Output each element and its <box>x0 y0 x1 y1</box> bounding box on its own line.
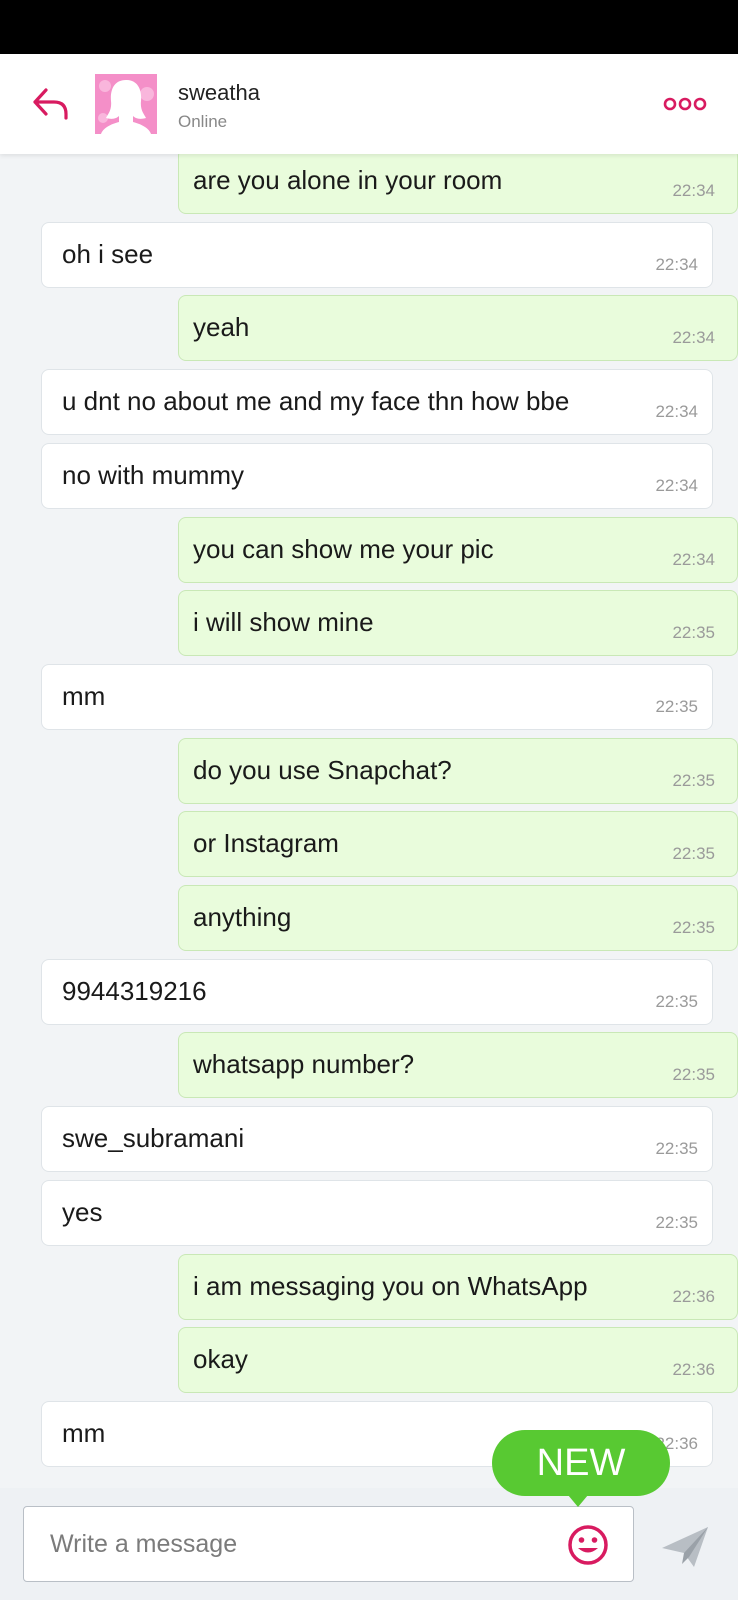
contact-name: sweatha <box>178 80 260 105</box>
outgoing-message[interactable]: are you alone in your room 22:34 <box>178 154 738 214</box>
outgoing-message[interactable]: you can show me your pic 22:34 <box>178 517 738 583</box>
message-time: 22:35 <box>655 992 698 1011</box>
reply-arrow-icon <box>33 88 68 120</box>
message-text: u dnt no about me and my face thn how bb… <box>62 386 570 416</box>
message-time: 22:34 <box>655 476 698 495</box>
message-time: 22:34 <box>672 328 715 347</box>
outgoing-message[interactable]: i will show mine 22:35 <box>178 590 738 656</box>
message-time: 22:35 <box>655 697 698 716</box>
outgoing-message[interactable]: do you use Snapchat? 22:35 <box>178 738 738 804</box>
send-button[interactable] <box>660 1524 710 1570</box>
message-input[interactable] <box>23 1506 634 1582</box>
message-text: anything <box>193 902 292 932</box>
outgoing-message[interactable]: yeah 22:34 <box>178 295 738 361</box>
message-text: swe_subramani <box>62 1123 245 1153</box>
incoming-message[interactable]: mm 22:35 <box>41 664 713 730</box>
incoming-message[interactable]: oh i see 22:34 <box>41 222 713 288</box>
outgoing-message[interactable]: i am messaging you on WhatsApp 22:36 <box>178 1254 738 1320</box>
message-text: you can show me your pic <box>193 534 494 564</box>
message-text: okay <box>193 1344 248 1374</box>
message-text: yes <box>62 1197 103 1227</box>
chat-header: sweatha Online <box>0 54 738 154</box>
message-text: 9944319216 <box>62 976 207 1006</box>
message-text: mm <box>62 1418 106 1448</box>
message-time: 22:35 <box>655 1213 698 1232</box>
incoming-message[interactable]: no with mummy 22:34 <box>41 443 713 509</box>
message-time: 22:34 <box>672 181 715 200</box>
message-time: 22:35 <box>672 771 715 790</box>
message-text: are you alone in your room <box>193 165 503 195</box>
message-text: yeah <box>193 312 250 342</box>
outgoing-message[interactable]: whatsapp number? 22:35 <box>178 1032 738 1098</box>
message-list[interactable]: are you alone in your room 22:34 oh i see 2… <box>0 154 738 1488</box>
message-text: i am messaging you on WhatsApp <box>193 1271 588 1301</box>
smiley-icon <box>568 1525 608 1565</box>
message-time: 22:35 <box>655 1139 698 1158</box>
composer-bar <box>0 1488 738 1600</box>
message-text: mm <box>62 681 106 711</box>
message-time: 22:35 <box>672 918 715 937</box>
status-bar <box>0 0 738 54</box>
message-text: oh i see <box>62 239 154 269</box>
avatar[interactable] <box>95 74 157 134</box>
outgoing-message[interactable]: okay 22:36 <box>178 1327 738 1393</box>
incoming-message[interactable]: u dnt no about me and my face thn how bb… <box>41 369 713 435</box>
female-silhouette-avatar <box>95 74 157 134</box>
back-button[interactable] <box>30 82 74 126</box>
message-time: 22:35 <box>672 844 715 863</box>
message-time: 22:35 <box>672 623 715 642</box>
paper-plane-icon <box>662 1527 708 1567</box>
message-text: whatsapp number? <box>193 1049 415 1079</box>
emoji-button[interactable] <box>566 1523 610 1567</box>
new-messages-badge[interactable]: NEW <box>492 1430 670 1507</box>
incoming-message[interactable]: yes 22:35 <box>41 1180 713 1246</box>
message-time: 22:34 <box>655 255 698 274</box>
message-time: 22:35 <box>672 1065 715 1084</box>
message-time: 22:34 <box>655 402 698 421</box>
message-text: or Instagram <box>193 828 339 858</box>
incoming-message[interactable]: swe_subramani 22:35 <box>41 1106 713 1172</box>
message-text: no with mummy <box>62 460 245 490</box>
message-text: do you use Snapchat? <box>193 755 452 785</box>
more-options-button[interactable] <box>662 96 708 112</box>
message-text: i will show mine <box>193 607 374 637</box>
three-dots-icon <box>663 97 707 111</box>
message-time: 22:34 <box>672 550 715 569</box>
message-time: 22:36 <box>672 1287 715 1306</box>
message-time: 22:36 <box>672 1360 715 1379</box>
outgoing-message[interactable]: anything 22:35 <box>178 885 738 951</box>
contact-status: Online <box>178 112 228 131</box>
incoming-message[interactable]: 9944319216 22:35 <box>41 959 713 1025</box>
outgoing-message[interactable]: or Instagram 22:35 <box>178 811 738 877</box>
